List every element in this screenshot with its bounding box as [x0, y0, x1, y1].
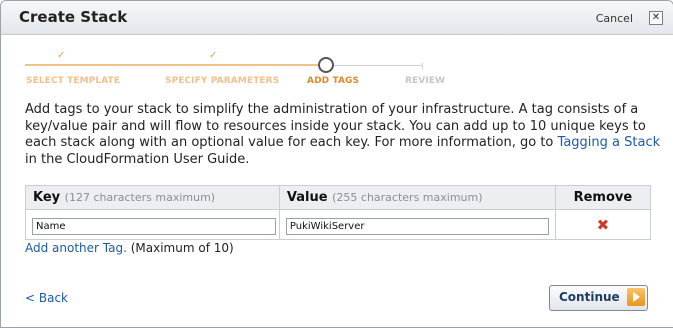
continue-button[interactable]: Continue [549, 285, 648, 311]
key-column-header: Key (127 characters maximum) [25, 185, 280, 210]
table-row: ✖ [25, 209, 652, 240]
current-step-marker [318, 57, 334, 73]
key-header-label: Key [33, 190, 61, 205]
step-add-tags: ADD TAGS [307, 76, 360, 86]
progress-track-remaining [328, 65, 422, 66]
key-header-hint: (127 characters maximum) [64, 191, 216, 204]
value-header-label: Value [286, 190, 328, 205]
add-tag-limit-note: (Maximum of 10) [126, 241, 234, 255]
value-column-header: Value (255 characters maximum) [278, 185, 556, 210]
step-complete-check-icon: ✓ [209, 50, 218, 61]
continue-button-label: Continue [559, 290, 620, 304]
close-icon[interactable]: ✕ [649, 11, 663, 25]
add-tag-row: Add another Tag. (Maximum of 10) [25, 241, 234, 255]
tag-key-input[interactable] [32, 218, 276, 235]
progress-track-completed [25, 64, 319, 66]
dialog-header: Create Stack Cancel ✕ [1, 1, 673, 35]
remove-cell: ✖ [554, 209, 652, 240]
add-another-tag-link[interactable]: Add another Tag. [25, 241, 127, 255]
intro-text: Add tags to your stack to simplify the a… [25, 102, 665, 168]
wizard-progress: ✓ ✓ SELECT TEMPLATE SPECIFY PARAMETERS A… [25, 50, 446, 95]
tags-table: Key (127 characters maximum) Value (255 … [25, 185, 652, 240]
back-link[interactable]: < Back [25, 291, 68, 305]
tag-value-input[interactable] [285, 218, 549, 235]
tags-table-header: Key (127 characters maximum) Value (255 … [25, 185, 652, 210]
intro-text-end: in the CloudFormation User Guide. [25, 151, 250, 167]
step-select-template: SELECT TEMPLATE [26, 76, 121, 86]
value-cell [278, 209, 556, 240]
step-review: REVIEW [405, 76, 446, 86]
key-cell [25, 209, 280, 240]
step-complete-check-icon: ✓ [57, 50, 66, 61]
play-arrow-icon [627, 288, 645, 306]
step-specify-parameters: SPECIFY PARAMETERS [165, 76, 280, 86]
intro-text-start: Add tags to your stack to simplify the a… [25, 102, 646, 150]
cancel-link[interactable]: Cancel [596, 12, 633, 25]
remove-column-header: Remove [554, 185, 652, 210]
dialog-title: Create Stack [19, 8, 128, 26]
create-stack-dialog: Create Stack Cancel ✕ ✓ ✓ SELECT TEMPLAT… [0, 0, 673, 328]
remove-tag-icon[interactable]: ✖ [597, 216, 610, 234]
tagging-a-stack-link[interactable]: Tagging a Stack [558, 135, 661, 150]
progress-end-tick [422, 63, 423, 69]
value-header-hint: (255 characters maximum) [332, 191, 483, 204]
